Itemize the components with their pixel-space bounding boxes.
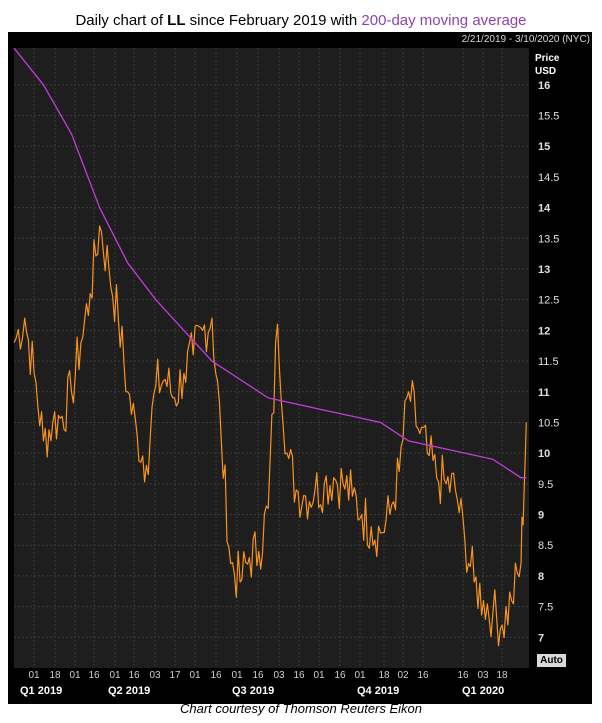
x-tick-label: 03: [477, 670, 489, 681]
y-tick-label: 13.5: [538, 233, 559, 245]
x-tick-label: 03: [273, 670, 285, 681]
y-tick-label: 15.5: [538, 111, 559, 123]
x-tick-label: 18: [49, 670, 61, 681]
auto-scale-button[interactable]: Auto: [537, 654, 566, 667]
y-tick-label: 8: [538, 571, 544, 583]
y-tick-label: 14.5: [538, 172, 559, 184]
x-tick-label: 17: [169, 670, 181, 681]
x-tick-label: 16: [334, 670, 346, 681]
price-chart: 7 7.5 8 8.5 9 9.5 10 10.5 11 11.5 12 12.5 13 13.5 14 14…: [13, 47, 560, 697]
y-tick-label: 10: [538, 448, 550, 460]
y-tick-label: 7.5: [538, 602, 553, 614]
x-quarter-label: Q1 2020: [462, 685, 504, 697]
x-tick-label: 16: [252, 670, 264, 681]
x-quarter-label: Q1 2019: [20, 685, 62, 697]
x-tick-label: 01: [69, 670, 81, 681]
y-axis-label-price: Price: [535, 53, 560, 64]
y-tick-label: 8.5: [538, 540, 553, 552]
y-tick-label: 12: [538, 325, 550, 337]
x-tick-label: 18: [496, 670, 508, 681]
y-tick-label: 16: [538, 80, 550, 92]
x-tick-label: 16: [417, 670, 429, 681]
x-tick-label: 16: [457, 670, 469, 681]
chart-credit: Chart courtesy of Thomson Reuters Eikon: [179, 701, 423, 716]
y-tick-label: 10.5: [538, 417, 559, 429]
x-quarter-label: Q3 2019: [232, 685, 274, 697]
x-tick-label: 16: [128, 670, 140, 681]
x-tick-label: 16: [293, 670, 305, 681]
x-tick-label: 01: [189, 670, 201, 681]
x-tick-label: 01: [354, 670, 366, 681]
x-tick-label: 18: [378, 670, 390, 681]
x-quarter-label: Q4 2019: [357, 685, 399, 697]
x-tick-label: 01: [109, 670, 121, 681]
y-tick-label: 11: [538, 387, 550, 399]
x-tick-label: 16: [210, 670, 222, 681]
y-tick-label: 9.5: [538, 479, 553, 491]
y-tick-label: 13: [538, 264, 550, 276]
y-tick-label: 12.5: [538, 295, 559, 307]
plot-area: [14, 48, 529, 668]
y-tick-label: 9: [538, 510, 544, 522]
y-tick-label: 11.5: [538, 356, 559, 368]
x-quarter-label: Q2 2019: [108, 685, 150, 697]
y-axis-label-unit: USD: [535, 66, 556, 77]
x-tick-label: 02: [397, 670, 409, 681]
x-tick-label: 01: [313, 670, 325, 681]
x-tick-label: 01: [28, 670, 40, 681]
y-tick-label: 7: [538, 632, 544, 644]
x-tick-label: 01: [231, 670, 243, 681]
x-tick-label: 03: [149, 670, 161, 681]
x-tick-label: 16: [88, 670, 100, 681]
y-tick-label: 14: [538, 203, 551, 215]
y-tick-label: 15: [538, 141, 550, 153]
